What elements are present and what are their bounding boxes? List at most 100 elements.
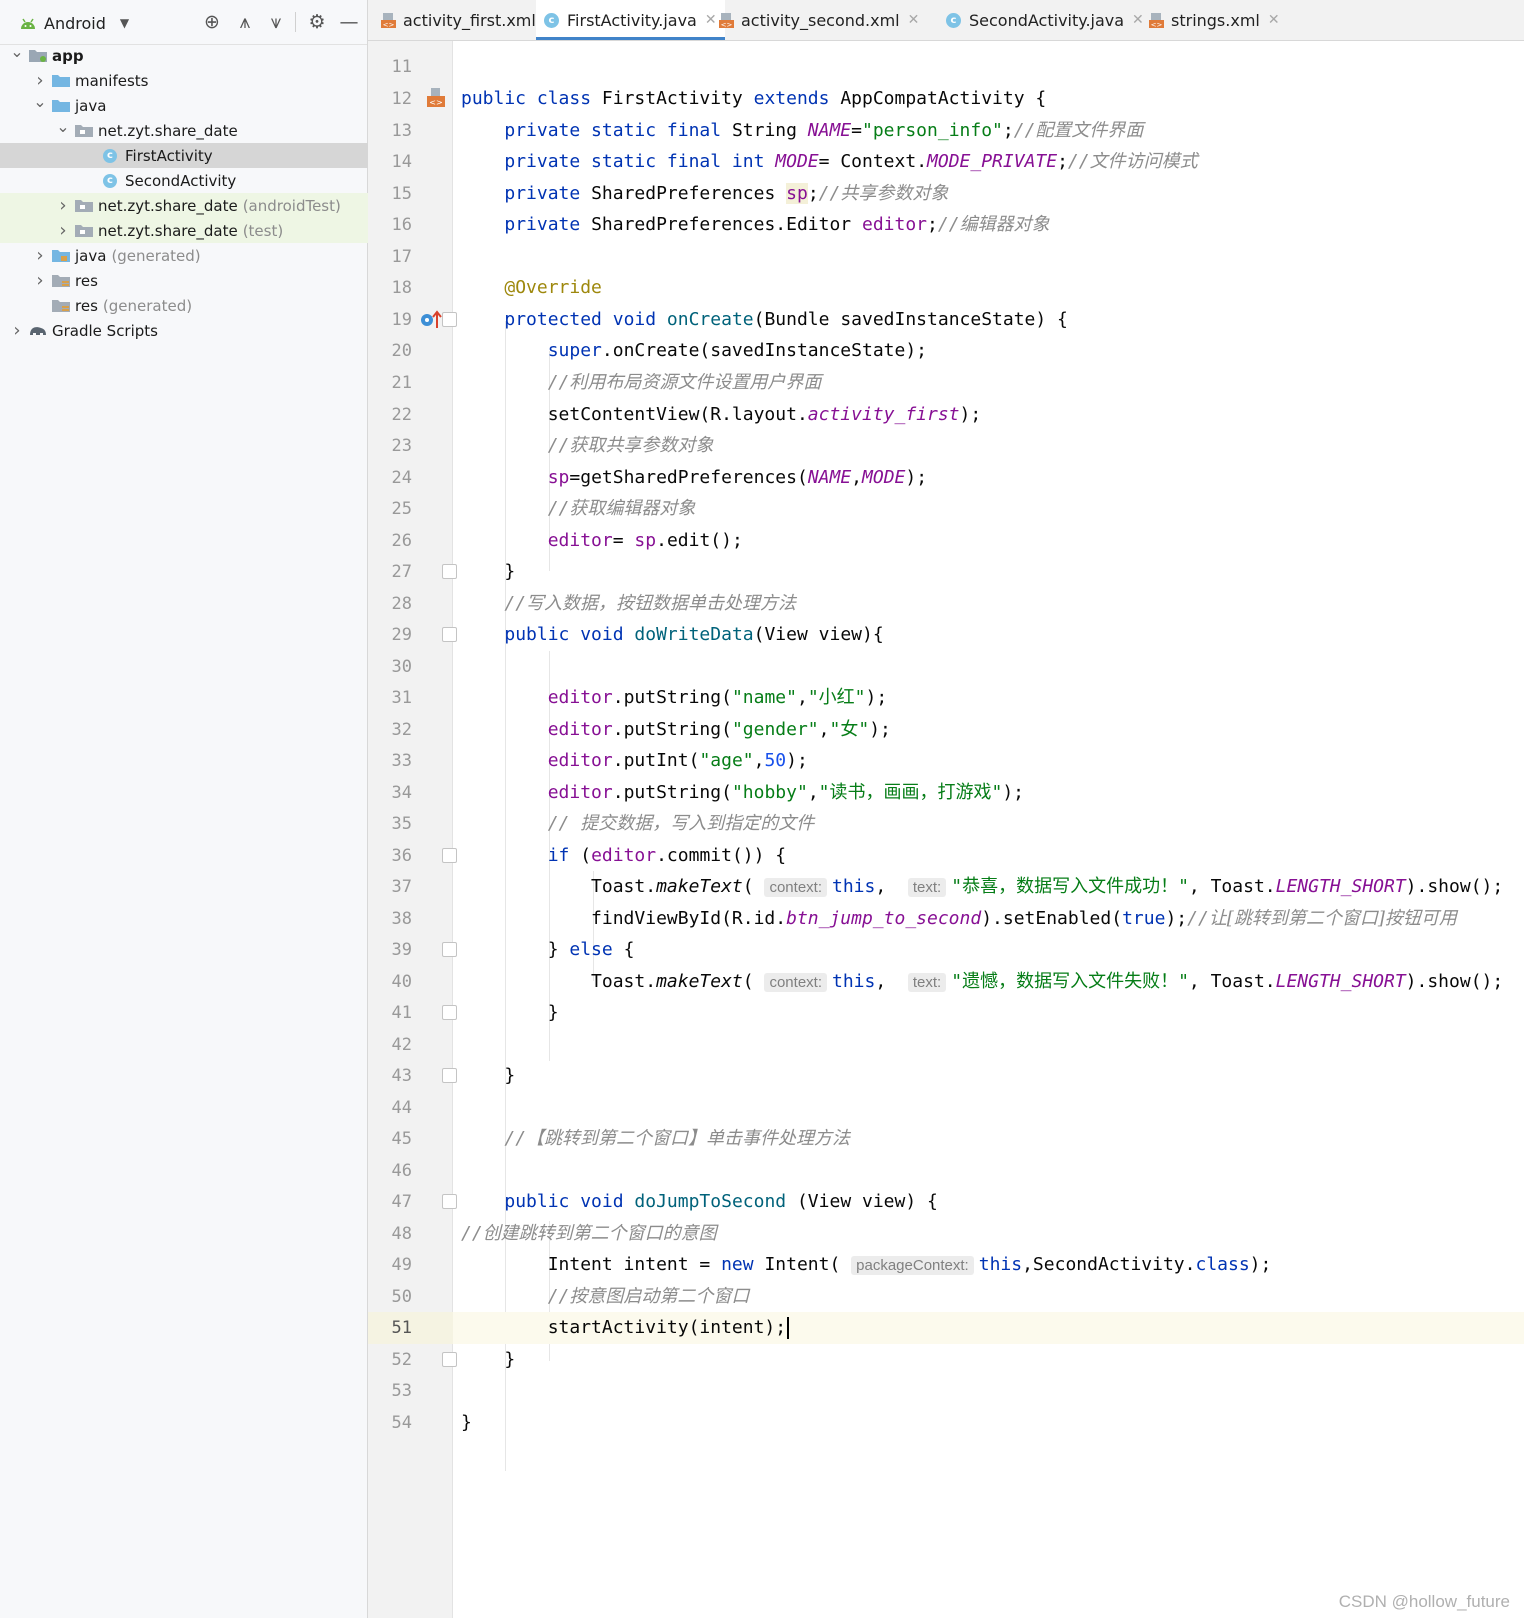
tree-item-package-androidtest[interactable]: net.zyt.share_date (androidTest) bbox=[0, 193, 423, 218]
code-text: } bbox=[461, 561, 516, 582]
fold-marker[interactable] bbox=[442, 564, 457, 579]
class-icon: c bbox=[103, 148, 117, 163]
tree-item-package[interactable]: net.zyt.share_date bbox=[0, 118, 423, 143]
code-line: 42 bbox=[368, 1029, 1524, 1061]
chevron-right-icon[interactable] bbox=[56, 195, 70, 216]
xml-file-icon: <> bbox=[381, 12, 396, 29]
tab-activity-first-xml[interactable]: <> activity_first.xml ✕ bbox=[380, 0, 556, 40]
code-text: sp=getSharedPreferences(NAME,MODE); bbox=[547, 467, 928, 488]
code-line: 34 editor.putString("hobby","读书，画画，打游戏")… bbox=[368, 777, 1524, 809]
code-line: 47 public void doJumpToSecond (View view… bbox=[368, 1186, 1524, 1218]
tree-item-res-generated[interactable]: res (generated) bbox=[0, 293, 414, 318]
tab-secondactivity-java[interactable]: c SecondActivity.java ✕ bbox=[946, 0, 1144, 40]
line-number: 21 bbox=[391, 373, 412, 393]
fold-marker[interactable] bbox=[442, 1352, 457, 1367]
tree-item-java-generated[interactable]: java (generated) bbox=[0, 243, 400, 268]
code-text: //【跳转到第二个窗口】单击事件处理方法 bbox=[504, 1128, 851, 1149]
override-method-icon[interactable] bbox=[420, 310, 442, 330]
code-text: private static final int MODE= Context.M… bbox=[504, 151, 1198, 172]
fold-marker[interactable] bbox=[442, 1068, 457, 1083]
fold-marker[interactable] bbox=[442, 627, 457, 642]
fold-marker[interactable] bbox=[442, 848, 457, 863]
tree-item-res[interactable]: res bbox=[0, 268, 400, 293]
code-line: 33 editor.putInt("age",50); bbox=[368, 745, 1524, 777]
tree-item-label: app bbox=[52, 46, 84, 65]
line-number: 27 bbox=[391, 562, 412, 582]
tree-item-suffix: (generated) bbox=[102, 296, 193, 315]
parameter-hint: context: bbox=[764, 973, 827, 992]
package-icon bbox=[75, 225, 93, 237]
code-line: 17 bbox=[368, 241, 1524, 273]
fold-marker[interactable] bbox=[442, 1194, 457, 1209]
tab-firstactivity-java[interactable]: c FirstActivity.java ✕ bbox=[536, 0, 725, 40]
tree-item-label: manifests bbox=[75, 71, 149, 90]
code-text: private SharedPreferences sp;//共享参数对象 bbox=[504, 183, 949, 204]
code-line: 29 public void doWriteData(View view){ bbox=[368, 619, 1524, 651]
chevron-right-icon[interactable] bbox=[56, 220, 70, 241]
code-line: 32 editor.putString("gender","女"); bbox=[368, 714, 1524, 746]
fold-marker[interactable] bbox=[442, 1005, 457, 1020]
chevron-down-icon[interactable] bbox=[56, 121, 70, 140]
gear-icon[interactable]: ⚙ bbox=[305, 10, 329, 34]
line-number: 44 bbox=[391, 1098, 412, 1118]
chevron-down-icon: ▼ bbox=[119, 16, 130, 30]
expand-all-icon[interactable]: ⩚ bbox=[233, 10, 257, 34]
line-number: 30 bbox=[391, 657, 412, 677]
code-text: } bbox=[461, 1002, 559, 1023]
code-line: 25 //获取编辑器对象 bbox=[368, 493, 1524, 525]
code-text: setContentView(R.layout.activity_first); bbox=[461, 404, 982, 425]
locate-file-icon[interactable]: ⊕ bbox=[200, 10, 224, 34]
tree-item-suffix: (androidTest) bbox=[242, 196, 341, 215]
code-line: 19 protected void onCreate(Bundle savedI… bbox=[368, 304, 1524, 336]
close-icon[interactable]: ✕ bbox=[908, 12, 920, 28]
close-icon[interactable]: ✕ bbox=[705, 12, 717, 28]
tree-item-label: Gradle Scripts bbox=[52, 321, 158, 340]
svg-text:<>: <> bbox=[383, 21, 395, 29]
code-text: public void doWriteData(View view){ bbox=[504, 624, 884, 645]
code-text: // 提交数据，写入到指定的文件 bbox=[547, 813, 815, 834]
code-line: 46 bbox=[368, 1155, 1524, 1187]
fold-marker[interactable] bbox=[442, 942, 457, 957]
tree-item-package-test[interactable]: net.zyt.share_date (test) bbox=[0, 218, 423, 243]
code-text: //利用布局资源文件设置用户界面 bbox=[547, 372, 822, 393]
android-icon bbox=[21, 18, 35, 29]
line-number: 43 bbox=[391, 1066, 412, 1086]
parameter-hint: text: bbox=[907, 878, 947, 897]
code-line: 52 } bbox=[368, 1344, 1524, 1376]
chevron-down-icon[interactable] bbox=[33, 96, 47, 115]
line-number: 48 bbox=[391, 1224, 412, 1244]
tab-strings-xml[interactable]: <> strings.xml ✕ bbox=[1148, 0, 1280, 40]
close-icon[interactable]: ✕ bbox=[1132, 12, 1144, 28]
code-line: 53 bbox=[368, 1375, 1524, 1407]
package-icon bbox=[75, 125, 93, 137]
tree-item-app[interactable]: app bbox=[0, 43, 377, 68]
tree-item-label: FirstActivity bbox=[125, 146, 213, 165]
tree-item-java[interactable]: java bbox=[0, 93, 400, 118]
tree-item-gradle-scripts[interactable]: Gradle Scripts bbox=[0, 318, 377, 343]
code-text: if (editor.commit()) { bbox=[547, 845, 787, 866]
hide-panel-icon[interactable]: — bbox=[337, 10, 361, 34]
code-line: 18 @Override bbox=[368, 272, 1524, 304]
code-line: 44 bbox=[368, 1092, 1524, 1124]
chevron-right-icon[interactable] bbox=[10, 320, 24, 341]
tree-item-manifests[interactable]: manifests bbox=[0, 68, 400, 93]
close-icon[interactable]: ✕ bbox=[1268, 12, 1280, 28]
code-line: 41 } bbox=[368, 997, 1524, 1029]
chevron-right-icon[interactable] bbox=[33, 245, 47, 266]
tab-label: SecondActivity.java bbox=[969, 10, 1125, 30]
chevron-right-icon[interactable] bbox=[33, 270, 47, 291]
tab-activity-second-xml[interactable]: <> activity_second.xml ✕ bbox=[718, 0, 919, 40]
code-text: editor.putString("hobby","读书，画画，打游戏"); bbox=[547, 782, 1025, 803]
module-folder-icon bbox=[29, 50, 47, 62]
line-number: 14 bbox=[391, 152, 412, 172]
line-number: 50 bbox=[391, 1287, 412, 1307]
chevron-right-icon[interactable] bbox=[33, 70, 47, 91]
package-icon bbox=[75, 200, 93, 212]
fold-marker[interactable] bbox=[442, 312, 457, 327]
project-view-selector[interactable]: Android ▼ bbox=[18, 12, 129, 34]
collapse-all-icon[interactable]: ⩛ bbox=[264, 10, 288, 34]
code-line: 16 private SharedPreferences.Editor edit… bbox=[368, 209, 1524, 241]
code-line: 35 // 提交数据，写入到指定的文件 bbox=[368, 808, 1524, 840]
code-text: editor.putString("name","小红"); bbox=[547, 687, 888, 708]
chevron-down-icon[interactable] bbox=[10, 46, 24, 65]
